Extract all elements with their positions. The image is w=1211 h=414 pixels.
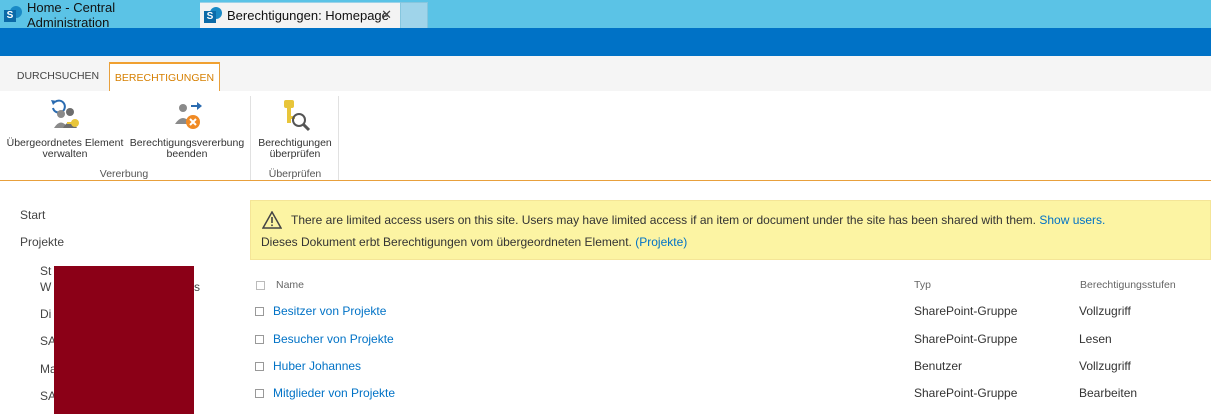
row-checkbox[interactable] [255,362,264,371]
nav-subitem[interactable]: Di [40,307,51,321]
row-checkbox[interactable] [255,389,264,398]
check-permissions-label-2: überprüfen [269,148,321,160]
row-level: Lesen [1079,332,1112,346]
browser-tab-title: Berechtigungen: Homepage [227,8,389,23]
new-tab-button[interactable] [400,2,428,28]
select-all-checkbox[interactable] [256,281,265,290]
ribbon-body: Übergeordnetes Element verwalten Berecht… [0,91,1211,181]
browser-tab-strip: S Home - Central Administration S Berech… [0,0,1211,30]
stop-inheritance-button[interactable]: Berechtigungsvererbung beenden [126,98,248,160]
show-users-link[interactable]: Show users. [1039,213,1105,227]
table-row[interactable]: Besitzer von Projekte SharePoint-Gruppe … [250,304,1211,331]
close-tab-icon[interactable]: ✕ [381,7,392,23]
group-label-inheritance: Vererbung [99,168,149,180]
table-row[interactable]: Mitglieder von Projekte SharePoint-Grupp… [250,386,1211,413]
browser-tab-permissions[interactable]: S Berechtigungen: Homepage ✕ [200,2,400,28]
nav-item-projekte[interactable]: Projekte [20,235,64,249]
column-header-level[interactable]: Berechtigungsstufen [1080,279,1176,291]
browser-tab-title: Home - Central Administration [26,0,116,30]
ribbon-group-divider [338,96,339,180]
nav-item-start[interactable]: Start [20,208,45,222]
row-level: Vollzugriff [1079,359,1131,373]
tab-berechtigungen[interactable]: BERECHTIGUNGEN [109,62,220,91]
row-type: SharePoint-Gruppe [914,386,1018,400]
row-name-link[interactable]: Mitglieder von Projekte [273,386,395,400]
nav-subitem[interactable]: St [40,264,51,278]
row-level: Bearbeiten [1079,386,1138,400]
row-name-link[interactable]: Besitzer von Projekte [273,304,386,318]
manage-parent-button[interactable]: Übergeordnetes Element verwalten [4,98,126,160]
row-checkbox[interactable] [255,335,264,344]
row-name-link[interactable]: Huber Johannes [273,359,361,373]
column-header-type[interactable]: Typ [914,279,931,291]
banner-text-1: There are limited access users on this s… [291,213,1037,227]
banner-line-2: Dieses Dokument erbt Berechtigungen vom … [261,235,687,249]
ribbon-group-divider [250,96,251,180]
table-row[interactable]: Besucher von Projekte SharePoint-Gruppe … [250,332,1211,359]
nav-subitem[interactable]: W [40,280,51,294]
row-level: Vollzugriff [1079,304,1131,318]
manage-parent-label-2: verwalten [42,148,88,160]
row-type: SharePoint-Gruppe [914,304,1018,318]
nav-subitem-tail: s [194,280,200,294]
tab-durchsuchen[interactable]: DURCHSUCHEN [10,62,106,91]
limited-access-banner: There are limited access users on this s… [250,200,1211,260]
stop-inheritance-label-2: beenden [166,148,208,160]
banner-line-1: There are limited access users on this s… [291,213,1105,227]
table-row[interactable]: Huber Johannes Benutzer Vollzugriff [250,359,1211,386]
sharepoint-icon: S [4,6,22,24]
key-magnifier-icon [279,98,311,132]
row-name-link[interactable]: Besucher von Projekte [273,332,394,346]
ribbon-tab-bar: DURCHSUCHEN BERECHTIGUNGEN [0,56,1211,91]
row-checkbox[interactable] [255,307,264,316]
check-permissions-button[interactable]: Berechtigungen überprüfen [254,98,336,160]
manage-parent-icon [49,98,81,132]
parent-link[interactable]: (Projekte) [635,235,687,249]
browser-tab-central-admin[interactable]: S Home - Central Administration [0,0,200,30]
warning-icon [261,210,283,229]
banner-text-2: Dieses Dokument erbt Berechtigungen vom … [261,235,632,249]
row-type: Benutzer [914,359,963,373]
group-label-check: Überprüfen [268,168,322,180]
redaction-block [54,266,194,414]
stop-inheritance-icon [171,98,203,132]
row-type: SharePoint-Gruppe [914,332,1018,346]
suite-bar [0,28,1211,56]
column-header-name[interactable]: Name [276,279,304,291]
sharepoint-icon: S [204,6,222,25]
